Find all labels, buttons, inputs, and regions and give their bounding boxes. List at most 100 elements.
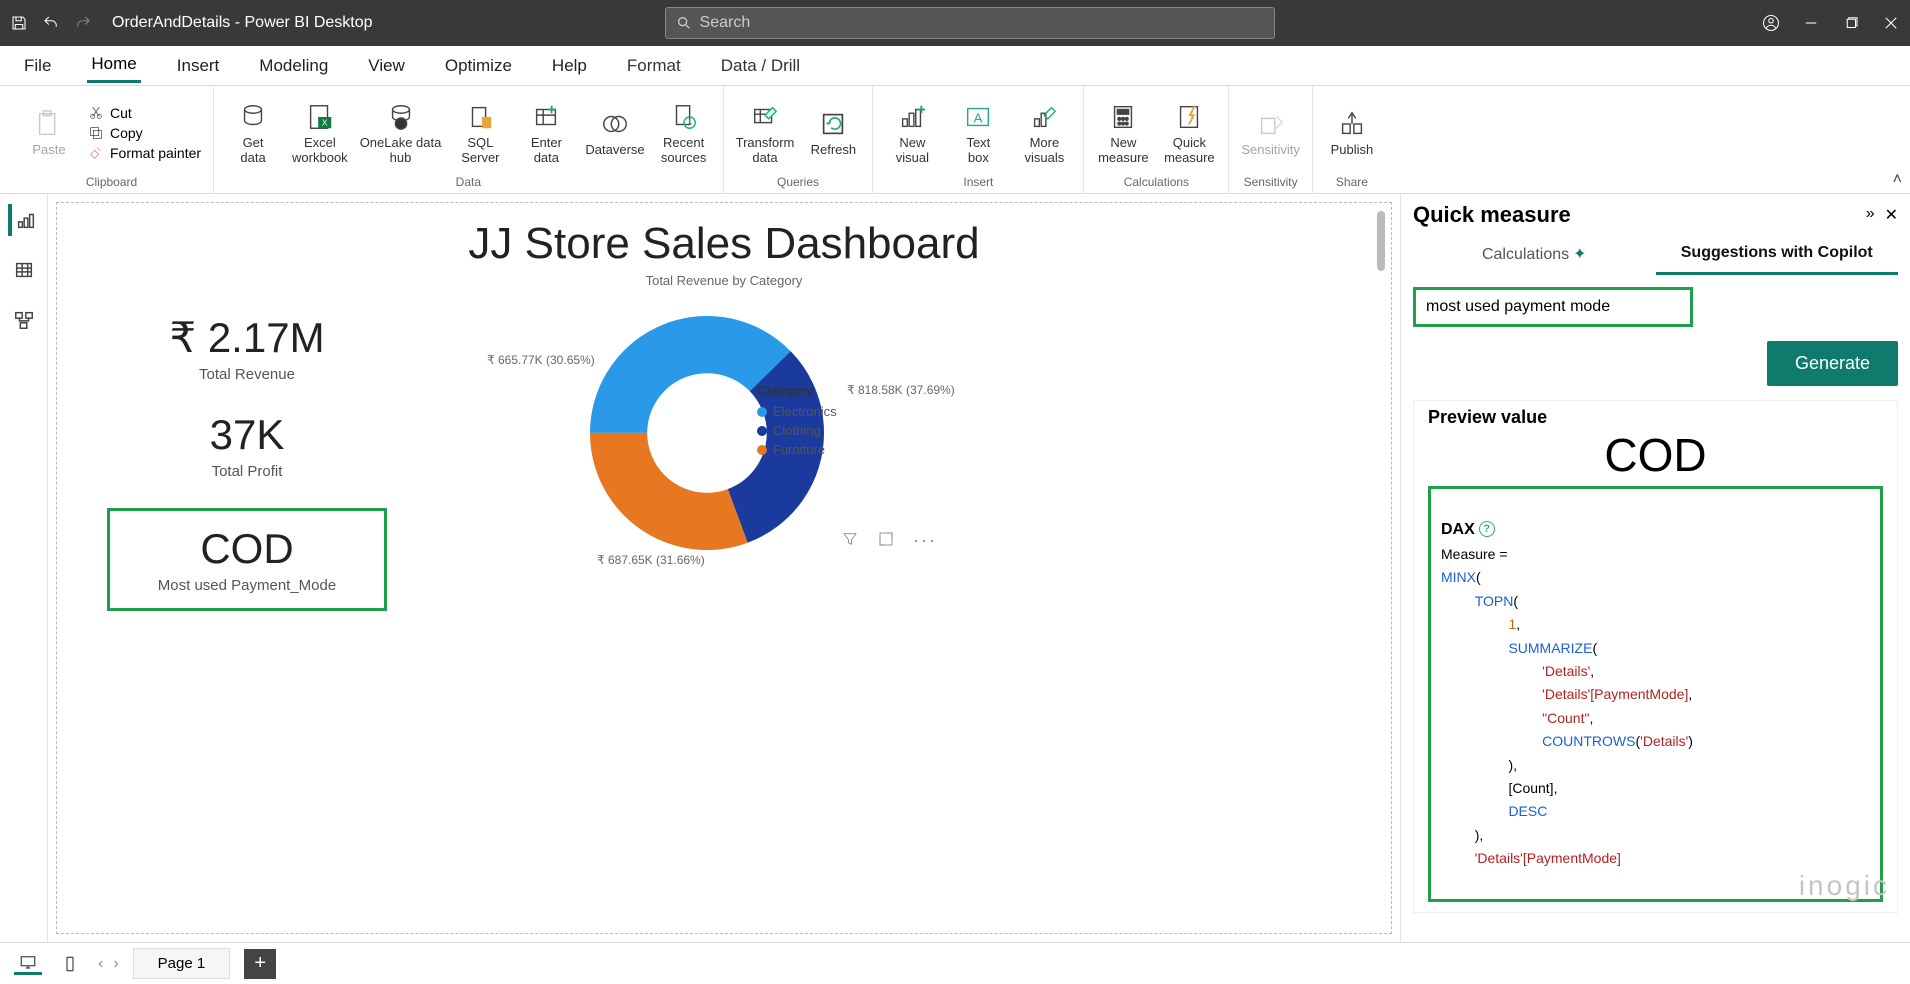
more-visuals-button[interactable]: More visuals	[1017, 100, 1071, 165]
titlebar: OrderAndDetails - Power BI Desktop Searc…	[0, 0, 1910, 46]
ribbon-collapse-icon[interactable]: ˄	[1893, 171, 1902, 189]
pane-close-icon[interactable]: ✕	[1885, 205, 1898, 225]
kpi-cod-card[interactable]: COD Most used Payment_Mode	[107, 508, 387, 611]
menu-modeling[interactable]: Modeling	[255, 50, 332, 82]
onelake-icon	[384, 100, 418, 134]
transform-data-button[interactable]: Transform data	[736, 100, 795, 165]
model-view-icon[interactable]	[8, 304, 40, 336]
onelake-button[interactable]: OneLake data hub	[360, 100, 442, 165]
preview-title: Preview value	[1414, 401, 1897, 428]
report-view-icon[interactable]	[8, 204, 40, 236]
visual-header-icons: ···	[841, 530, 937, 553]
save-icon[interactable]	[10, 14, 28, 32]
undo-icon[interactable]	[42, 14, 60, 32]
new-measure-icon	[1106, 100, 1140, 134]
focus-mode-icon[interactable]	[877, 530, 895, 553]
menubar: File Home Insert Modeling View Optimize …	[0, 46, 1910, 86]
kpi-total-revenue[interactable]: ₹ 2.17M Total Revenue	[107, 313, 387, 383]
new-measure-button[interactable]: New measure	[1096, 100, 1150, 165]
view-switcher	[0, 194, 48, 942]
generate-button[interactable]: Generate	[1767, 341, 1898, 386]
cut-button[interactable]: Cut	[88, 105, 201, 121]
get-data-icon	[236, 100, 270, 134]
more-options-icon[interactable]: ···	[913, 530, 937, 553]
donut-label-furniture: ₹ 665.77K (30.65%)	[487, 353, 595, 367]
sensitivity-button[interactable]: Sensitivity	[1241, 107, 1300, 157]
chart-legend: Category Electronics Clothing Furniture	[757, 383, 837, 461]
page-next-icon[interactable]: ›	[113, 955, 118, 973]
enter-data-button[interactable]: Enter data	[519, 100, 573, 165]
account-icon[interactable]	[1762, 14, 1780, 32]
mobile-layout-icon[interactable]	[56, 953, 84, 975]
format-painter-button[interactable]: Format painter	[88, 145, 201, 161]
filter-icon[interactable]	[841, 530, 859, 553]
report-page[interactable]: JJ Store Sales Dashboard Total Revenue b…	[56, 202, 1392, 934]
legend-item-electronics[interactable]: Electronics	[757, 404, 837, 419]
new-visual-button[interactable]: New visual	[885, 100, 939, 165]
excel-workbook-button[interactable]: XExcel workbook	[292, 100, 348, 165]
more-visuals-icon	[1027, 100, 1061, 134]
sensitivity-icon	[1254, 107, 1288, 141]
ribbon-group-clipboard: Paste Cut Copy Format painter Clipboard	[10, 86, 214, 193]
menu-home[interactable]: Home	[87, 48, 140, 83]
menu-optimize[interactable]: Optimize	[441, 50, 516, 82]
data-view-icon[interactable]	[8, 254, 40, 286]
legend-item-furniture[interactable]: Furniture	[757, 442, 837, 457]
transform-icon	[748, 100, 782, 134]
donut-label-clothing: ₹ 687.65K (31.66%)	[597, 553, 705, 567]
menu-help[interactable]: Help	[548, 50, 591, 82]
legend-item-clothing[interactable]: Clothing	[757, 423, 837, 438]
pane-expand-icon[interactable]: »	[1866, 205, 1875, 225]
refresh-icon	[816, 107, 850, 141]
excel-icon: X	[303, 100, 337, 134]
menu-file[interactable]: File	[20, 50, 55, 82]
menu-view[interactable]: View	[364, 50, 409, 82]
tab-calculations[interactable]: Calculations✦	[1413, 234, 1656, 275]
menu-data-drill[interactable]: Data / Drill	[717, 50, 804, 82]
search-box[interactable]: Search	[665, 7, 1275, 39]
quick-measure-button[interactable]: Quick measure	[1162, 100, 1216, 165]
get-data-button[interactable]: Get data	[226, 100, 280, 165]
sql-icon	[463, 100, 497, 134]
page-prev-icon[interactable]: ‹	[98, 955, 103, 973]
page-tab-1[interactable]: Page 1	[133, 948, 231, 979]
dataverse-button[interactable]: Dataverse	[585, 107, 644, 157]
recent-icon	[667, 100, 701, 134]
ribbon-group-data: Get data XExcel workbook OneLake data hu…	[214, 86, 724, 193]
tab-copilot[interactable]: Suggestions with Copilot	[1656, 234, 1899, 275]
new-visual-icon	[895, 100, 929, 134]
desktop-layout-icon[interactable]	[14, 953, 42, 975]
scrollbar-thumb[interactable]	[1377, 211, 1385, 271]
menu-format[interactable]: Format	[623, 50, 685, 82]
minimize-icon[interactable]	[1802, 14, 1820, 32]
sql-server-button[interactable]: SQL Server	[453, 100, 507, 165]
copy-button[interactable]: Copy	[88, 125, 201, 141]
close-icon[interactable]	[1882, 14, 1900, 32]
document-title: OrderAndDetails - Power BI Desktop	[112, 14, 373, 32]
text-box-button[interactable]: AText box	[951, 100, 1005, 165]
paste-button[interactable]: Paste	[22, 107, 76, 157]
redo-icon[interactable]	[74, 14, 92, 32]
kpi-total-profit[interactable]: 37K Total Profit	[107, 411, 387, 480]
page-footer: ‹ › Page 1 +	[0, 942, 1910, 984]
text-box-icon: A	[961, 100, 995, 134]
restore-icon[interactable]	[1842, 14, 1860, 32]
publish-button[interactable]: Publish	[1325, 107, 1379, 157]
search-placeholder: Search	[700, 14, 751, 32]
ribbon-group-share: Publish Share	[1313, 86, 1391, 193]
donut-label-electronics: ₹ 818.58K (37.69%)	[847, 383, 955, 397]
copilot-prompt-input[interactable]	[1413, 287, 1693, 327]
ribbon: Paste Cut Copy Format painter Clipboard …	[0, 86, 1910, 194]
pane-title: Quick measure	[1413, 202, 1571, 228]
dataverse-icon	[598, 107, 632, 141]
menu-insert[interactable]: Insert	[173, 50, 224, 82]
donut-chart-visual[interactable]: ₹ 818.58K (37.69%) ₹ 687.65K (31.66%) ₹ …	[457, 303, 957, 563]
help-icon[interactable]: ?	[1479, 521, 1495, 537]
svg-text:A: A	[974, 111, 983, 126]
preview-value: COD	[1414, 428, 1897, 482]
dax-code-box: DAX? Measure = MINX( TOPN( 1, SUMMARIZE(…	[1428, 486, 1883, 902]
preview-card: Preview value COD DAX? Measure = MINX( T…	[1413, 400, 1898, 913]
recent-sources-button[interactable]: Recent sources	[657, 100, 711, 165]
refresh-button[interactable]: Refresh	[806, 107, 860, 157]
add-page-button[interactable]: +	[244, 949, 276, 979]
